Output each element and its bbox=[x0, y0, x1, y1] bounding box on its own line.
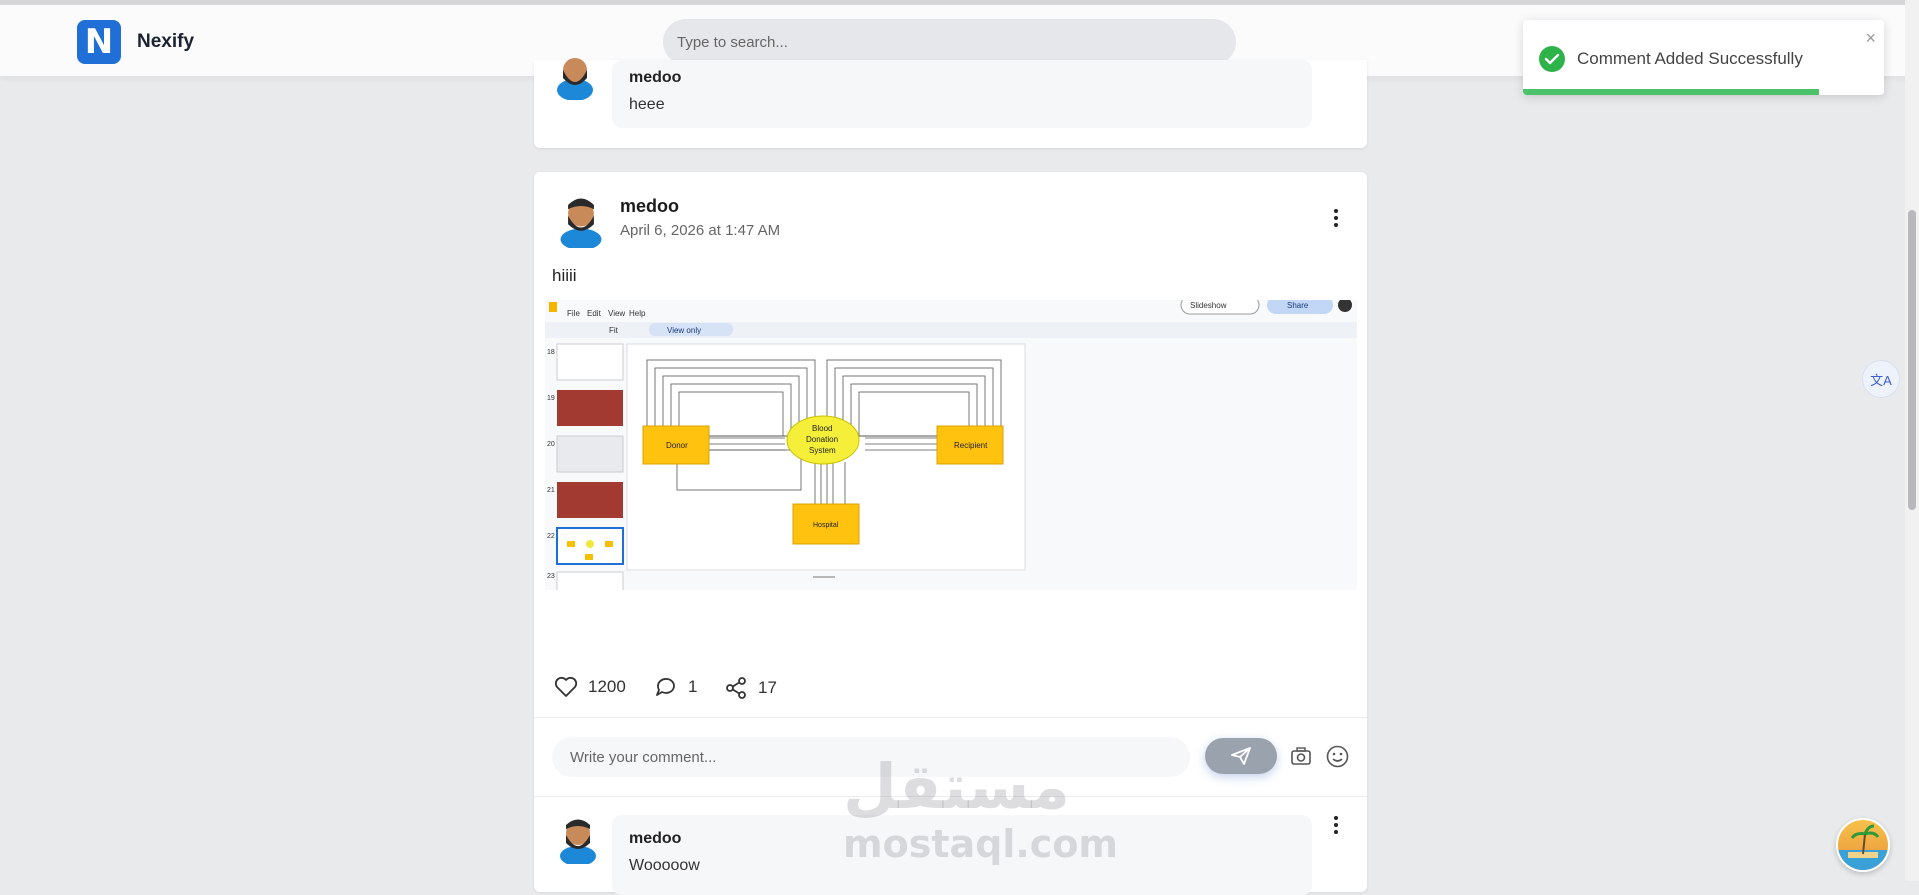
assistant-avatar-icon[interactable] bbox=[1836, 818, 1890, 872]
send-comment-button[interactable] bbox=[1205, 738, 1277, 774]
comment-icon bbox=[656, 678, 675, 696]
post-options-icon[interactable] bbox=[1326, 207, 1346, 229]
menu-view: View bbox=[608, 309, 625, 318]
emoji-icon[interactable] bbox=[1326, 745, 1349, 768]
slide-number: 19 bbox=[547, 395, 555, 402]
system-label-line1: Blood bbox=[812, 424, 832, 433]
heart-icon bbox=[554, 676, 578, 697]
camera-icon[interactable] bbox=[1290, 746, 1312, 766]
post-author[interactable]: medoo bbox=[620, 196, 679, 217]
post-date: April 6, 2026 at 1:47 AM bbox=[620, 222, 781, 239]
check-icon bbox=[1539, 46, 1565, 72]
menu-edit: Edit bbox=[587, 309, 602, 318]
share-button: Share bbox=[1287, 301, 1309, 310]
slide-number: 18 bbox=[547, 349, 555, 356]
toast-progress bbox=[1523, 89, 1820, 95]
scrollbar-thumb[interactable] bbox=[1908, 210, 1916, 510]
view-only-label: View only bbox=[667, 326, 701, 335]
slide-number: 20 bbox=[547, 441, 555, 448]
post-image[interactable]: File Edit View Help Slideshow Share Fit … bbox=[545, 300, 1357, 665]
slide-number: 23 bbox=[547, 573, 555, 580]
slideshow-button: Slideshow bbox=[1190, 301, 1227, 310]
avatar[interactable] bbox=[552, 48, 598, 100]
watermark-latin: mostaql.com bbox=[843, 822, 1119, 866]
close-icon[interactable]: × bbox=[1865, 28, 1876, 49]
like-action[interactable]: 1200 bbox=[554, 676, 626, 698]
send-icon bbox=[1231, 747, 1251, 765]
slide-number: 21 bbox=[547, 487, 555, 494]
slide-number: 22 bbox=[547, 533, 555, 540]
comment-text: Wooooow bbox=[629, 857, 700, 874]
donor-label: Donor bbox=[666, 441, 688, 450]
slides-screenshot: File Edit View Help Slideshow Share Fit … bbox=[545, 300, 1357, 665]
share-action[interactable]: 17 bbox=[724, 676, 777, 700]
comment-options-icon[interactable] bbox=[1326, 814, 1346, 836]
search-input[interactable] bbox=[663, 19, 1236, 65]
zoom-label: Fit bbox=[609, 326, 619, 335]
recipient-label: Recipient bbox=[954, 441, 988, 450]
menu-file: File bbox=[567, 309, 580, 318]
system-label-line3: System bbox=[809, 446, 836, 455]
comment-count: 1 bbox=[688, 677, 698, 696]
app-name[interactable]: Nexify bbox=[137, 31, 194, 53]
menu-help: Help bbox=[629, 309, 646, 318]
watermark-arabic: مستقل bbox=[843, 750, 1070, 823]
comment-text: heee bbox=[629, 96, 665, 113]
author-avatar[interactable] bbox=[556, 192, 606, 248]
share-count: 17 bbox=[758, 678, 777, 697]
comment-avatar[interactable] bbox=[555, 812, 601, 864]
comment-bubble bbox=[612, 60, 1312, 128]
comment-action[interactable]: 1 bbox=[654, 676, 697, 698]
share-icon bbox=[726, 677, 746, 699]
system-label-line2: Donation bbox=[806, 435, 838, 444]
divider bbox=[534, 717, 1367, 718]
app-logo[interactable]: N bbox=[77, 20, 121, 64]
post-text: hiiii bbox=[552, 266, 577, 285]
hospital-label: Hospital bbox=[813, 522, 839, 529]
like-count: 1200 bbox=[588, 677, 626, 696]
success-toast: Comment Added Successfully × bbox=[1523, 20, 1884, 95]
comment-author[interactable]: medoo bbox=[629, 830, 681, 848]
translate-icon[interactable]: 文A bbox=[1862, 360, 1900, 398]
comment-author[interactable]: medoo bbox=[629, 69, 681, 87]
toast-message: Comment Added Successfully bbox=[1577, 49, 1803, 68]
